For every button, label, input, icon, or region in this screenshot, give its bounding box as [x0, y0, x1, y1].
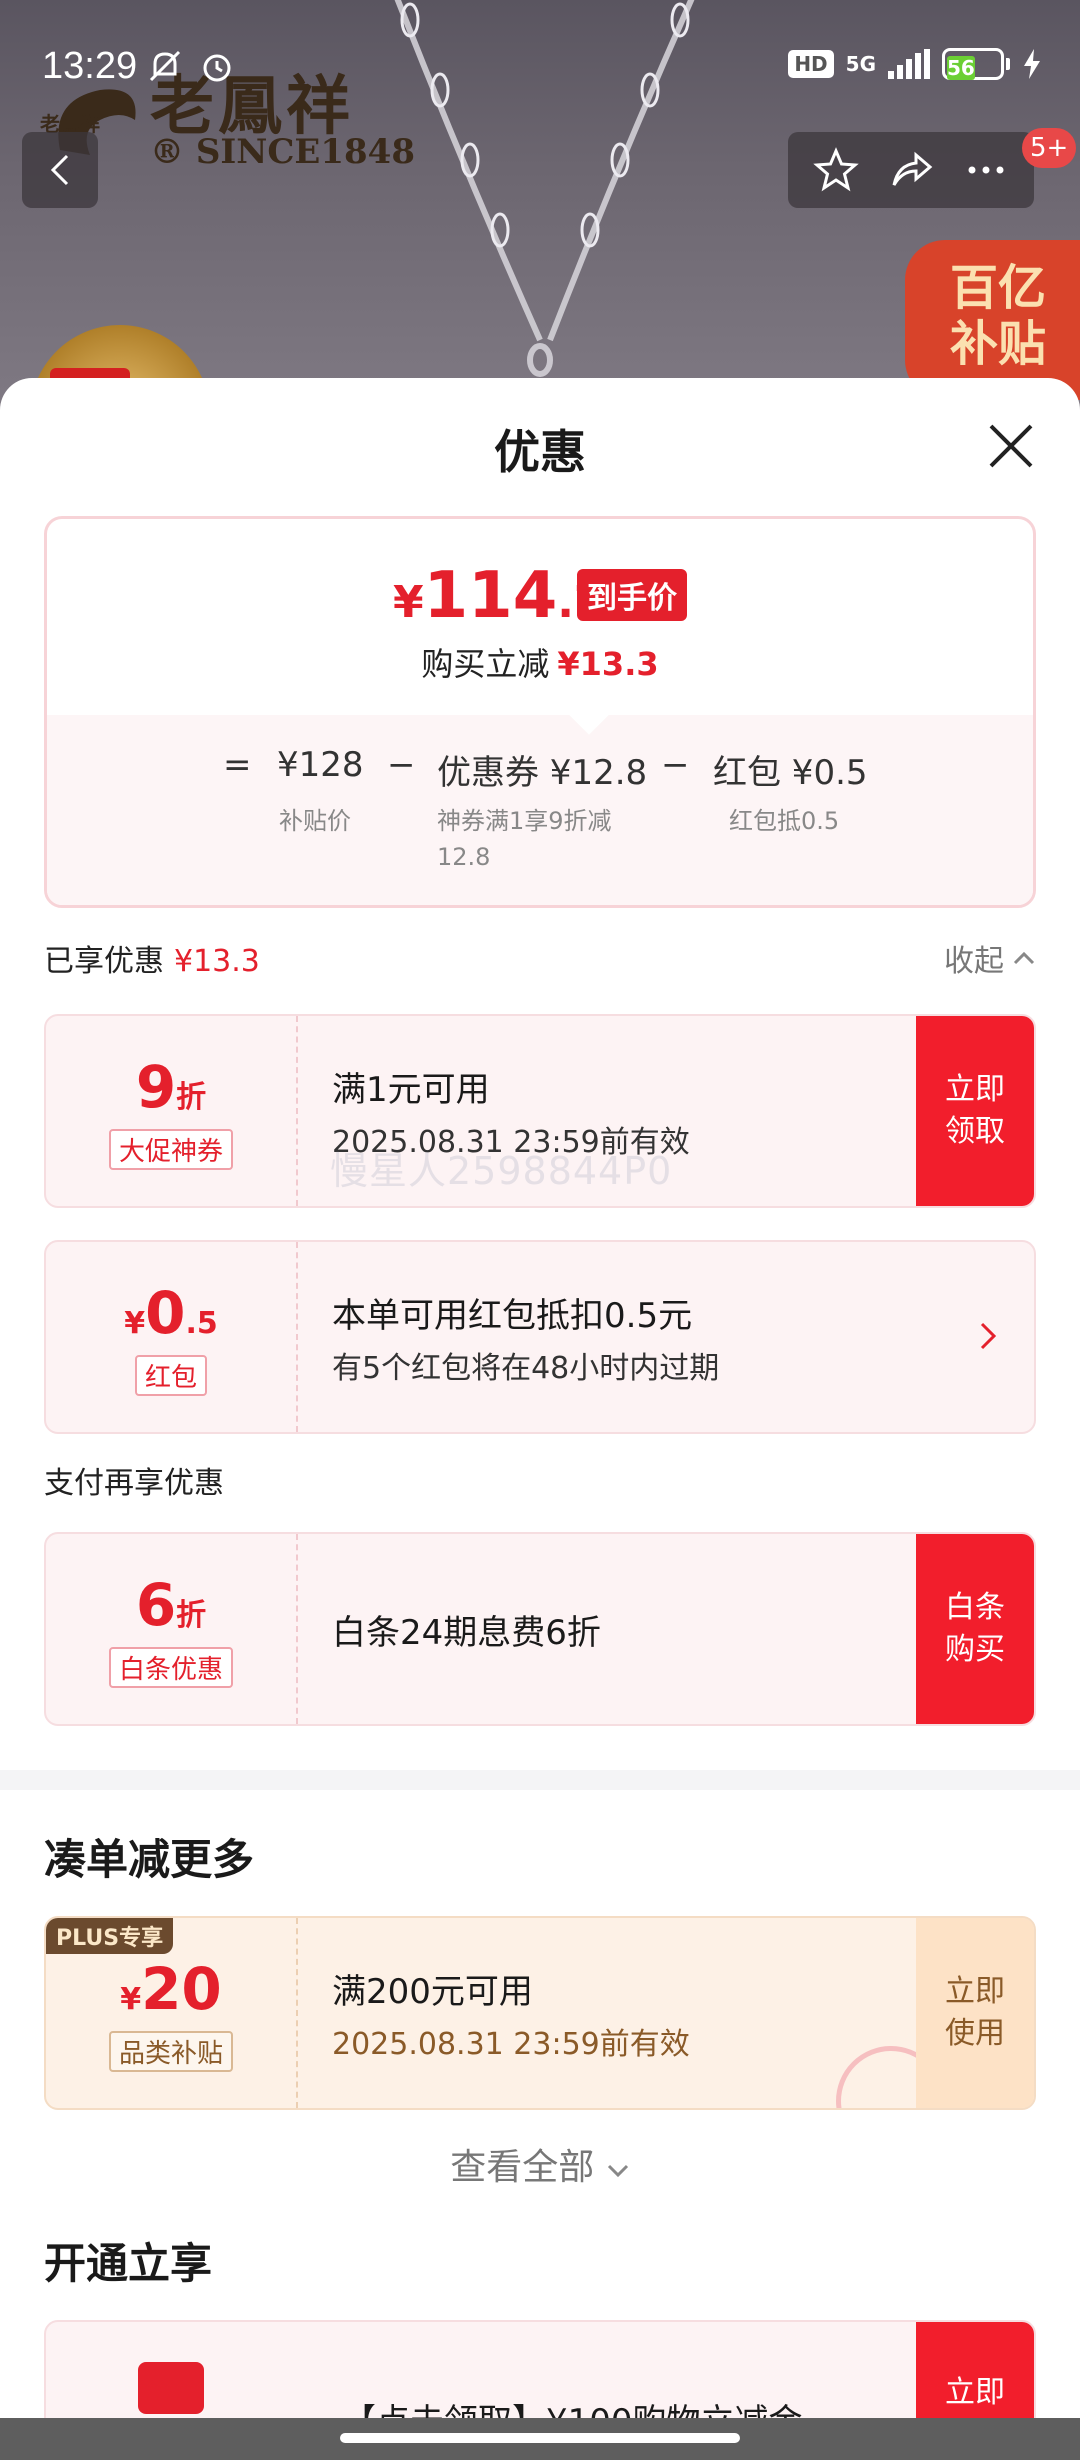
charging-icon — [1024, 49, 1040, 79]
more-discount-title: 凑单减更多 — [44, 1835, 255, 1884]
more-icon[interactable] — [963, 147, 1009, 193]
baitiao-description: 白条24期息费6折 — [332, 1612, 601, 1653]
redpack-deduction: 红包 ¥0.5 — [713, 753, 868, 793]
alarm-icon — [203, 54, 231, 82]
final-price-currency: ¥ — [393, 577, 424, 628]
coupon-unit: 折 — [176, 1079, 207, 1115]
subsidy-badge[interactable]: 百亿 补贴 — [905, 240, 1080, 400]
brand-since: ® SINCE1848 — [150, 132, 415, 172]
baitiao-value: 6 — [135, 1570, 177, 1639]
discount-sheet: 优惠 ¥ 114 .7 到手价 购买立减¥13.3 = ¥128 − 优惠券 ¥… — [0, 378, 1080, 2460]
redpack-value-area: ¥0.5 红包 — [46, 1242, 296, 1432]
base-price: ¥128 — [277, 745, 364, 785]
back-button[interactable] — [22, 132, 98, 208]
price-summary-card: ¥ 114 .7 到手价 购买立减¥13.3 = ¥128 − 优惠券 ¥12.… — [44, 516, 1036, 908]
minus-sign-2: − — [661, 745, 690, 785]
coupon-value-area: 9折 大促神券 — [46, 1016, 296, 1206]
redpack-tag: 红包 — [134, 1354, 207, 1396]
plus-coupon-currency: ¥ — [120, 1981, 142, 2017]
equals-sign: = — [223, 745, 252, 785]
mute-bell-icon — [149, 50, 181, 82]
redpack-value: 0 — [145, 1278, 186, 1347]
plus-coupon-expiry: 2025.08.31 23:59前有效 — [332, 2026, 690, 2062]
claim-coupon-button[interactable]: 立即领取 — [916, 1016, 1034, 1206]
view-all-label: 查看全部 — [450, 2147, 595, 2188]
final-price: ¥ 114 .7 — [393, 559, 605, 633]
enjoyed-amount: ¥13.3 — [174, 944, 260, 979]
battery-level: 56 — [947, 56, 975, 80]
redpack-decimal: .5 — [185, 1305, 218, 1341]
coupon-condition: 满1元可用 — [332, 1069, 490, 1110]
baitiao-info: 白条24期息费6折 — [332, 1534, 601, 1724]
top-action-group — [788, 132, 1034, 208]
open-benefit-title: 开通立享 — [44, 2239, 213, 2288]
plus-coupon-card[interactable]: PLUS专享 ¥20 品类补贴 满200元可用 2025.08.31 23:59… — [44, 1916, 1036, 2110]
credit-card-icon — [138, 2362, 204, 2414]
plus-coupon-value: 20 — [141, 1954, 222, 2023]
collapse-label: 收起 — [944, 944, 1004, 979]
redpack-currency: ¥ — [124, 1305, 146, 1341]
baitiao-card[interactable]: 6折 白条优惠 白条24期息费6折 白条购买 — [44, 1532, 1036, 1726]
base-price-label: 补贴价 — [279, 807, 351, 835]
section-divider — [0, 1770, 1080, 1790]
status-time: 13:29 — [42, 45, 138, 87]
status-left-icons — [145, 46, 237, 95]
battery-icon: 56 — [942, 48, 1010, 80]
plus-coupon-condition: 满200元可用 — [332, 1971, 533, 2012]
coupon-value: 9 — [135, 1052, 177, 1121]
final-price-tag: 到手价 — [577, 569, 687, 621]
home-indicator[interactable] — [340, 2433, 740, 2443]
minus-sign-1: − — [387, 745, 416, 785]
share-icon[interactable] — [888, 147, 934, 193]
pay-again-header: 支付再享优惠 — [44, 1466, 224, 1501]
user-watermark: 慢星人2598844P0 — [330, 1149, 673, 1193]
coupon-deduction: 优惠券 ¥12.8 — [437, 753, 648, 793]
subsidy-badge-line1: 百亿 — [950, 260, 1047, 316]
redpack-expiry-note: 有5个红包将在48小时内过期 — [332, 1350, 720, 1386]
price-summary-top: ¥ 114 .7 到手价 购买立减¥13.3 — [47, 519, 1033, 715]
baitiao-buy-button[interactable]: 白条购买 — [916, 1534, 1034, 1724]
use-coupon-button[interactable]: 立即使用 — [916, 1918, 1034, 2108]
plus-coupon-info: 满200元可用 2025.08.31 23:59前有效 — [332, 1918, 690, 2108]
enjoyed-discount: 已享优惠 ¥13.3 — [44, 936, 260, 980]
reduce-amount: ¥13.3 — [557, 645, 659, 683]
baitiao-value-area: 6折 白条优惠 — [46, 1534, 296, 1724]
hd-badge: HD — [788, 50, 834, 78]
chevron-down-icon — [607, 2164, 628, 2178]
redpack-deduction-desc: 红包抵0.5 — [729, 807, 840, 835]
enjoyed-label: 已享优惠 — [44, 944, 164, 979]
plus-coupon-tag: 品类补贴 — [108, 2030, 233, 2072]
signal-icon — [888, 49, 930, 79]
status-bar: 13:29 HD 5G 56 — [0, 0, 1080, 130]
coupon-tag: 大促神券 — [108, 1128, 233, 1170]
baitiao-tag: 白条优惠 — [108, 1646, 233, 1688]
redpack-info: 本单可用红包抵扣0.5元 有5个红包将在48小时内过期 — [332, 1242, 719, 1432]
chevron-up-icon — [1013, 951, 1035, 965]
collapse-button[interactable]: 收起 — [944, 936, 1036, 980]
view-all-button[interactable]: 查看全部 — [0, 2138, 1080, 2190]
chevron-left-icon — [50, 154, 69, 186]
subsidy-badge-line2: 补贴 — [950, 316, 1047, 372]
sheet-title: 优惠 — [494, 425, 586, 479]
network-label: 5G — [845, 52, 876, 76]
coupon-deduction-desc: 神券满1享9折减12.8 — [437, 807, 612, 871]
final-price-int: 114 — [423, 559, 558, 633]
plus-coupon-value-area: ¥20 品类补贴 — [46, 1918, 296, 2108]
redpack-card[interactable]: ¥0.5 红包 本单可用红包抵扣0.5元 有5个红包将在48小时内过期 — [44, 1240, 1036, 1434]
close-icon[interactable] — [985, 420, 1037, 472]
redpack-description: 本单可用红包抵扣0.5元 — [332, 1295, 693, 1336]
message-count-badge: 5+ — [1022, 128, 1077, 168]
chevron-right-icon[interactable] — [978, 1320, 998, 1352]
baitiao-unit: 折 — [176, 1597, 207, 1633]
reduce-line: 购买立减 ¥13.3 — [47, 639, 1033, 685]
reduce-label: 购买立减 — [421, 645, 550, 683]
star-icon[interactable] — [812, 147, 859, 193]
price-breakdown: = ¥128 − 优惠券 ¥12.8 − 红包 ¥0.5 补贴价 神券满1享9折… — [47, 715, 1033, 905]
status-right-icons: HD 5G 56 — [788, 48, 1042, 80]
